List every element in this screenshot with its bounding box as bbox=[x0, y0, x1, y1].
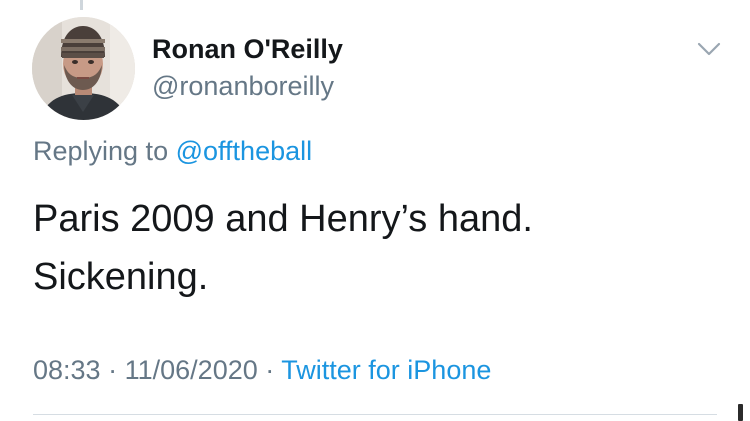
meta-separator: · bbox=[108, 355, 118, 385]
avatar-photo-icon bbox=[32, 17, 135, 120]
tweet-source-link[interactable]: Twitter for iPhone bbox=[281, 355, 491, 385]
tweet-text-line: Sickening. bbox=[33, 256, 209, 298]
tweet-text-line: Paris 2009 and Henry’s hand. bbox=[33, 198, 533, 240]
thread-connector-line bbox=[80, 0, 83, 10]
chevron-down-icon bbox=[697, 42, 721, 56]
replying-to-label: Replying to bbox=[33, 136, 169, 166]
replying-to-mention-link[interactable]: @offtheball bbox=[176, 136, 313, 166]
tweet-date[interactable]: 11/06/2020 bbox=[125, 355, 258, 385]
author-handle[interactable]: @ronanboreilly bbox=[152, 71, 334, 102]
tweet-menu-button[interactable] bbox=[693, 37, 725, 61]
tweet-metadata: 08:33 · 11/06/2020 · Twitter for iPhone bbox=[33, 355, 491, 386]
tweet-time[interactable]: 08:33 bbox=[33, 355, 101, 385]
scrollbar-thumb[interactable] bbox=[738, 404, 743, 421]
meta-separator: · bbox=[265, 355, 275, 385]
tweet-text: Paris 2009 and Henry’s hand. Sickening. bbox=[33, 190, 723, 306]
divider bbox=[33, 414, 717, 415]
avatar[interactable] bbox=[32, 17, 135, 120]
author-name[interactable]: Ronan O'Reilly bbox=[152, 34, 343, 65]
replying-to: Replying to @offtheball bbox=[33, 136, 312, 167]
